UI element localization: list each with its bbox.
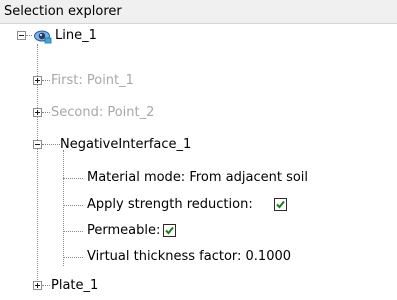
tree-connector — [42, 285, 50, 286]
property-permeable-label: Permeable: — [87, 223, 161, 238]
property-virtual-thickness[interactable]: Virtual thickness factor: 0.1000 — [87, 249, 291, 265]
property-material-mode[interactable]: Material mode: From adjacent soil — [87, 170, 308, 186]
tree-connector — [63, 257, 83, 258]
tree-node-plate[interactable]: Plate_1 — [51, 278, 98, 294]
checkmark-icon — [165, 226, 174, 235]
tree-connector — [63, 231, 83, 232]
tree-node-first-point[interactable]: First: Point_1 — [51, 73, 134, 89]
expand-toggle-first-point[interactable] — [33, 76, 42, 85]
tree-connector — [63, 150, 64, 266]
collapse-toggle-negative-interface[interactable] — [33, 140, 42, 149]
tree-connector — [63, 178, 83, 179]
tree-node-second-point[interactable]: Second: Point_2 — [51, 105, 154, 121]
tree-connector — [63, 205, 83, 206]
panel-title: Selection explorer — [4, 4, 122, 19]
tree-node-line-1[interactable]: Line_1 — [55, 28, 97, 44]
tree-connector — [42, 80, 50, 81]
selection-tree: Line_1 First: Point_1 Second: Point_2 Ne… — [0, 24, 397, 300]
strength-reduction-checkbox[interactable] — [274, 198, 287, 211]
checkmark-icon — [276, 200, 285, 209]
tree-connector — [42, 112, 50, 113]
expand-toggle-plate[interactable] — [33, 281, 42, 290]
tree-node-negative-interface[interactable]: NegativeInterface_1 — [60, 137, 191, 153]
tree-connector — [42, 144, 60, 145]
tree-connector — [26, 35, 32, 36]
panel-header: Selection explorer — [0, 0, 397, 24]
expand-toggle-second-point[interactable] — [33, 108, 42, 117]
collapse-toggle-line-1[interactable] — [17, 31, 26, 40]
property-strength-reduction-label: Apply strength reduction: — [87, 197, 253, 212]
visibility-eye-icon[interactable] — [34, 28, 52, 44]
permeable-checkbox[interactable] — [163, 224, 176, 237]
